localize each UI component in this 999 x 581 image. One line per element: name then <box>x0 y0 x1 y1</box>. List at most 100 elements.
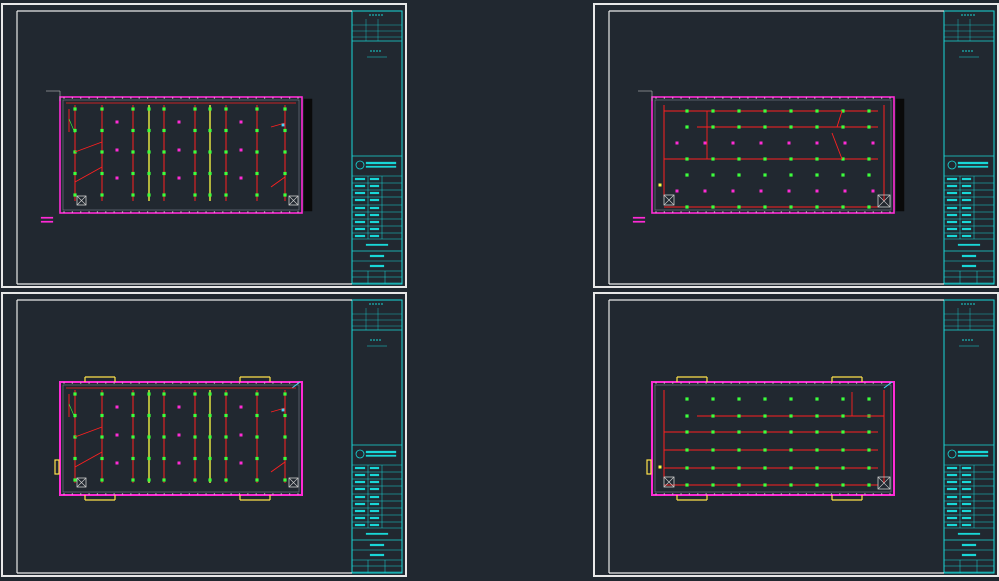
outlet-dot-icon <box>115 461 119 465</box>
fixture-leader <box>68 118 76 134</box>
wall-tick <box>96 211 99 213</box>
legend-text-mark <box>632 216 646 219</box>
wall-tick <box>847 382 849 384</box>
fixture-dot-icon <box>841 448 845 452</box>
outlet-dot-icon <box>115 148 119 152</box>
fixture-dot-icon <box>711 173 715 177</box>
fixture-dot-icon <box>255 171 259 176</box>
title-text-glyph <box>373 50 375 52</box>
wall-tick <box>839 382 841 384</box>
fixture-dot-icon <box>208 193 212 197</box>
wall-tick <box>272 211 274 213</box>
title-cell-text <box>369 466 380 470</box>
wall-tick <box>747 493 749 495</box>
wall-tick <box>655 493 657 495</box>
drawing-canvas <box>608 299 995 574</box>
fixture-dot-icon <box>147 193 151 197</box>
fixture-dot-icon <box>685 466 689 470</box>
fixture-dot-icon <box>224 413 228 418</box>
title-cell-text <box>961 227 972 231</box>
fixture-dot-icon <box>208 107 212 111</box>
outlet-dot-icon <box>115 433 119 437</box>
wall-tick <box>672 382 674 384</box>
wall-tick <box>830 211 833 213</box>
branch-line <box>74 166 103 183</box>
wall-tick <box>789 493 791 495</box>
drawing-sheet-bottom-right[interactable] <box>593 292 999 577</box>
fixture-dot-icon <box>283 392 287 396</box>
fixture-dot-icon <box>789 466 793 470</box>
fixture-dot-icon <box>193 150 197 154</box>
drawing-sheet-top-right[interactable] <box>593 3 999 288</box>
fixture-dot-icon <box>685 125 689 129</box>
title-cell-text <box>961 206 972 210</box>
wall-tick <box>738 382 741 384</box>
title-cell-text <box>946 213 958 217</box>
fixture-dot-icon <box>162 171 166 176</box>
title-text-glyph <box>962 339 964 341</box>
fixture-dot-icon <box>162 478 166 482</box>
fixture-dot-icon <box>283 193 287 197</box>
fixture-dot-icon <box>685 430 689 434</box>
title-cell-text <box>946 516 958 520</box>
drawing-sheet-bottom-left[interactable] <box>1 292 407 577</box>
fixture-dot-icon <box>162 128 166 133</box>
wall-tick <box>705 493 707 495</box>
title-text-glyph <box>378 14 380 16</box>
fixture-dot-icon <box>224 193 228 197</box>
fixture-dot-icon <box>224 392 228 396</box>
wall-tick <box>130 493 132 495</box>
wall-tick <box>713 211 716 213</box>
wall-tick <box>805 493 808 495</box>
wall-tick <box>805 382 808 384</box>
title-text-glyph <box>372 14 374 16</box>
fixture-dot-icon <box>73 392 77 396</box>
wall-tick <box>263 493 266 495</box>
title-text-glyph <box>962 50 964 52</box>
fixture-dot-icon <box>763 125 767 129</box>
wall-tick <box>772 382 774 384</box>
floor-plan <box>40 90 313 223</box>
legend-text-mark <box>40 220 54 223</box>
wall-tick <box>163 382 165 384</box>
wall-tick <box>864 493 866 495</box>
fixture-dot-icon <box>131 413 135 418</box>
title-cell-text <box>354 466 366 470</box>
fixture-dot-icon <box>147 478 151 482</box>
fixture-dot-icon <box>867 109 871 113</box>
title-text-glyph <box>375 303 377 305</box>
fixture-dot-icon <box>255 456 259 461</box>
wall-tick <box>814 211 816 213</box>
wall-tick <box>180 211 182 213</box>
title-cell-text <box>354 198 366 202</box>
title-cell-text <box>369 177 380 181</box>
fixture-dot-icon <box>224 107 228 111</box>
wall-tick <box>213 97 216 99</box>
title-cell-text <box>961 516 972 520</box>
wall-tick <box>280 493 282 495</box>
drawing-sheet-top-left[interactable] <box>1 3 407 288</box>
title-cell-text <box>946 473 958 477</box>
fixture-dot-icon <box>789 157 793 161</box>
panel-box-icon <box>288 195 299 206</box>
wall-tick <box>663 382 665 384</box>
wall-tick <box>755 382 757 384</box>
wall-tick <box>688 382 691 384</box>
wall-tick <box>63 211 65 213</box>
wall-tick <box>130 382 132 384</box>
wall-tick <box>663 211 665 213</box>
outlet-dot-icon <box>239 120 243 124</box>
wall-tick <box>197 493 199 495</box>
title-cell-text <box>946 234 958 238</box>
wall-tick <box>272 97 274 99</box>
title-cell-text <box>961 198 972 202</box>
compass-logo-icon <box>355 160 397 170</box>
title-cell-text <box>354 177 366 181</box>
fixture-dot-icon <box>841 397 845 401</box>
wall-tick <box>71 493 73 495</box>
junction-box-icon <box>76 195 87 206</box>
fixture-dot-icon <box>841 414 845 418</box>
wall-tick <box>188 97 190 99</box>
wall-tick <box>88 493 90 495</box>
title-text-glyph <box>970 303 972 305</box>
